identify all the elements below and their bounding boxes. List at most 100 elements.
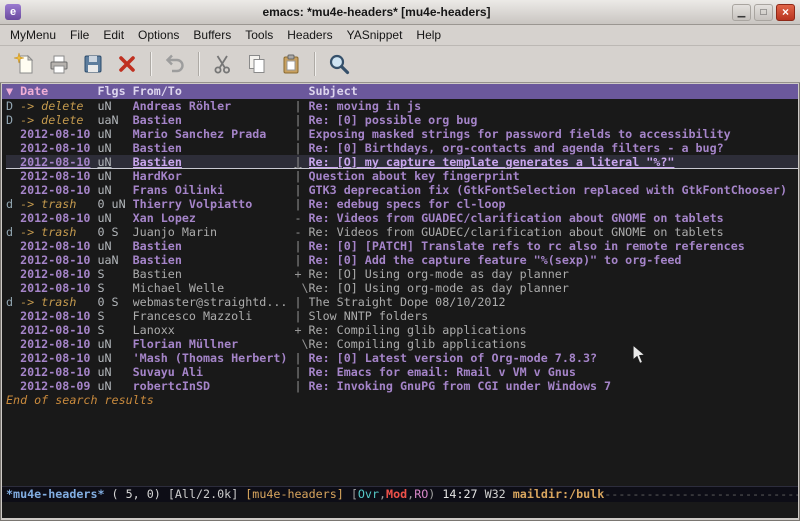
message-subject: Re: Compiling glib applications [309,323,798,337]
message-row[interactable]: 2012-08-10SLanoxx+Re: Compiling glib app… [6,323,798,337]
message-mark: d [6,295,20,309]
message-row[interactable]: 2012-08-10uNBastien|Re: [0] Birthdays, o… [6,141,798,155]
message-date: 2012-08-10 [20,141,97,155]
menu-item-yasnippet[interactable]: YASnippet [340,26,410,44]
minimize-button[interactable]: ▁ [732,4,751,21]
message-row[interactable]: D-> deleteuaNBastien|Re: [0] possible or… [6,113,798,127]
menu-item-file[interactable]: File [63,26,96,44]
message-row[interactable]: 2012-08-10uNFlorian Müllner \Re: Compili… [6,337,798,351]
message-mark [6,337,20,351]
column-header-from[interactable]: From/To [133,84,295,99]
thread-indicator: | [294,309,308,323]
copy-button[interactable] [240,49,274,79]
message-date: 2012-08-10 [20,281,97,295]
menu-item-mymenu[interactable]: MyMenu [3,26,63,44]
message-from: Suvayu Ali [133,365,295,379]
new-file-button[interactable] [8,49,42,79]
message-flags: S [97,309,132,323]
message-list: D-> deleteuNAndreas Röhler|Re: moving in… [2,99,798,393]
message-subject: Re: Compiling glib applications [309,337,798,351]
menu-item-options[interactable]: Options [131,26,186,44]
message-row[interactable]: 2012-08-10SMichael Welle \Re: [O] Using … [6,281,798,295]
new-file-icon [13,52,37,76]
message-mark: d [6,225,20,239]
thread-indicator: | [294,239,308,253]
message-flags: uN [97,141,132,155]
mode-line-segment: RO [414,487,428,501]
message-date: -> trash [20,225,97,239]
toolbar-separator [150,52,152,76]
message-subject: Re: Videos from GUADEC/clarification abo… [309,211,798,225]
message-row[interactable]: 2012-08-10uNMario Sanchez Prada|Exposing… [6,127,798,141]
maximize-button[interactable]: □ [754,4,773,21]
message-row[interactable]: 2012-08-10uNXan Lopez-Re: Videos from GU… [6,211,798,225]
message-row[interactable]: 2012-08-09uNrobertcInSD|Re: Invoking Gnu… [6,379,798,393]
column-header-flags[interactable]: Flgs [97,84,132,99]
column-header-subject[interactable]: Subject [309,84,798,99]
message-row[interactable]: 2012-08-10uNFrans Oilinki|GTK3 deprecati… [6,183,798,197]
message-from: Francesco Mazzoli [133,309,295,323]
column-header-date[interactable]: Date [20,84,97,99]
message-flags: uN [97,155,132,169]
menu-item-edit[interactable]: Edit [96,26,131,44]
menu-item-headers[interactable]: Headers [280,26,339,44]
message-from: Bastien [133,267,295,281]
print-button[interactable] [42,49,76,79]
toolbar-separator [198,52,200,76]
message-date: 2012-08-10 [20,239,97,253]
message-row[interactable]: 2012-08-10uN'Mash (Thomas Herbert)|Re: [… [6,351,798,365]
thread-indicator: | [294,295,308,309]
cut-button[interactable] [206,49,240,79]
mode-line: *mu4e-headers* ( 5, 0) [All/2.0k] [mu4e-… [2,486,798,502]
message-row[interactable]: d-> trash0 SJuanjo Marin-Re: Videos from… [6,225,798,239]
message-row[interactable]: 2012-08-10uNBastien|Re: [O] my capture t… [6,155,798,169]
message-mark [6,309,20,323]
message-row[interactable]: 2012-08-10uNSuvayu Ali|Re: Emacs for ema… [6,365,798,379]
mode-line-segment: ) [428,487,442,501]
message-date: -> trash [20,295,97,309]
message-row[interactable]: 2012-08-10SBastien+Re: [O] Using org-mod… [6,267,798,281]
copy-icon [245,52,269,76]
message-row[interactable]: d-> trash0 uNThierry Volpiatto|Re: edebu… [6,197,798,211]
close-button[interactable]: × [776,4,795,21]
mode-line-segment: -------------------------------------- [604,487,798,501]
message-from: Frans Oilinki [133,183,295,197]
minibuffer[interactable] [2,502,798,518]
message-row[interactable]: d-> trash0 Swebmaster@straightd...|The S… [6,295,798,309]
message-date: 2012-08-10 [20,267,97,281]
message-row[interactable]: 2012-08-10uNBastien|Re: [0] [PATCH] Tran… [6,239,798,253]
message-row[interactable]: 2012-08-10SFrancesco Mazzoli|Slow NNTP f… [6,309,798,323]
message-mark: d [6,197,20,211]
search-button[interactable] [322,49,356,79]
menu-item-tools[interactable]: Tools [238,26,280,44]
menu-item-buffers[interactable]: Buffers [186,26,238,44]
close-buffer-button[interactable] [110,49,144,79]
title-bar: e emacs: *mu4e-headers* [mu4e-headers] ▁… [0,0,800,25]
message-subject: Slow NNTP folders [309,309,798,323]
paste-button[interactable] [274,49,308,79]
message-from: robertcInSD [133,379,295,393]
message-mark [6,267,20,281]
save-button[interactable] [76,49,110,79]
header-line[interactable]: ▼ Date Flgs From/To Subject [2,84,798,99]
message-row[interactable]: 2012-08-10uaNBastien|Re: [0] Add the cap… [6,253,798,267]
message-date: -> delete [20,113,97,127]
message-flags: uN [97,365,132,379]
message-mark [6,169,20,183]
message-mark [6,183,20,197]
thread-indicator: | [294,351,308,365]
undo-button[interactable] [158,49,192,79]
thread-indicator: - [294,225,308,239]
message-from: Bastien [133,253,295,267]
thread-indicator: | [294,365,308,379]
message-date: 2012-08-10 [20,183,97,197]
message-flags: uN [97,127,132,141]
menu-item-help[interactable]: Help [409,26,448,44]
toolbar-separator [314,52,316,76]
message-row[interactable]: 2012-08-10uNHardKor|Question about key f… [6,169,798,183]
message-from: webmaster@straightd... [133,295,295,309]
message-row[interactable]: D-> deleteuNAndreas Röhler|Re: moving in… [6,99,798,113]
thread-indicator: | [294,127,308,141]
message-from: Xan Lopez [133,211,295,225]
mode-line-segment: [ [351,487,358,501]
